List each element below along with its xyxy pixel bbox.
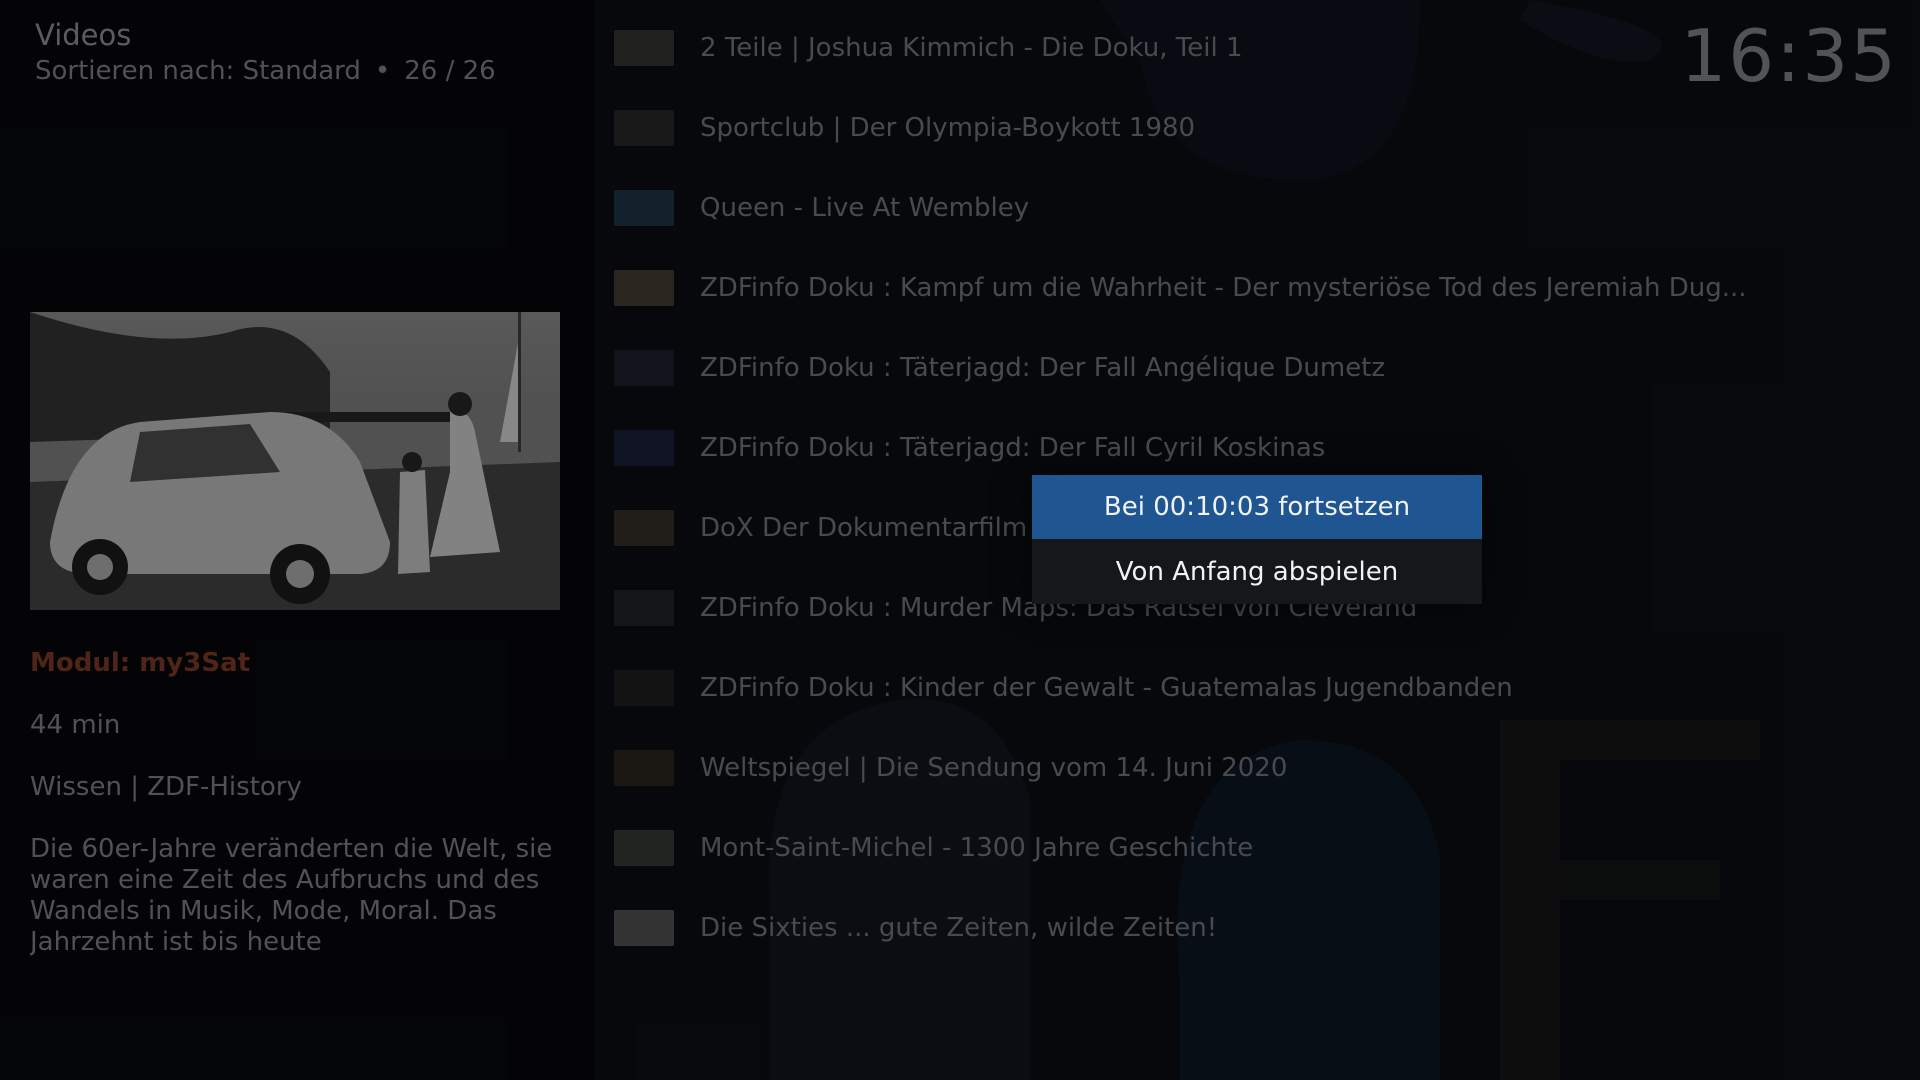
plot-description: Die 60er-Jahre veränderten die Welt, sie… xyxy=(30,834,553,957)
list-item[interactable]: ZDFinfo Doku : Kampf um die Wahrheit - D… xyxy=(614,248,1904,328)
list-item[interactable]: ZDFinfo Doku : Täterjagd: Der Fall Angél… xyxy=(614,328,1904,408)
thumbnail-image xyxy=(614,590,674,626)
list-item[interactable]: Mont-Saint-Michel - 1300 Jahre Geschicht… xyxy=(614,808,1904,888)
duration: 44 min xyxy=(30,710,121,740)
sort-status: Sortieren nach: Standard • 26 / 26 xyxy=(35,56,496,86)
list-item[interactable]: Queen - Live At Wembley xyxy=(614,168,1904,248)
thumbnail-image xyxy=(614,350,674,386)
list-item[interactable]: 2 Teile | Joshua Kimmich - Die Doku, Tei… xyxy=(614,8,1904,88)
thumbnail-image xyxy=(614,190,674,226)
thumbnail-image xyxy=(614,30,674,66)
list-item-label: ZDFinfo Doku : Kampf um die Wahrheit - D… xyxy=(700,273,1747,303)
list-item-label: ZDFinfo Doku : Kinder der Gewalt - Guate… xyxy=(700,673,1513,703)
list-item-label: Queen - Live At Wembley xyxy=(700,193,1030,223)
list-item[interactable]: Die Sixties ... gute Zeiten, wilde Zeite… xyxy=(614,888,1904,968)
resume-dialog: Bei 00:10:03 fortsetzen Von Anfang abspi… xyxy=(1032,475,1482,604)
thumbnail-image xyxy=(614,510,674,546)
genre: Wissen | ZDF-History xyxy=(30,772,302,802)
thumbnail-image xyxy=(614,670,674,706)
thumbnail-image xyxy=(614,910,674,946)
resume-button[interactable]: Bei 00:10:03 fortsetzen xyxy=(1032,475,1482,539)
list-item-label: Weltspiegel | Die Sendung vom 14. Juni 2… xyxy=(700,753,1288,783)
thumbnail-image xyxy=(614,830,674,866)
thumbnail-image xyxy=(614,110,674,146)
separator-dot: • xyxy=(374,56,391,86)
window-title: Videos xyxy=(35,18,132,52)
thumbnail-image xyxy=(614,750,674,786)
list-item-label: Die Sixties ... gute Zeiten, wilde Zeite… xyxy=(700,913,1218,943)
list-item-label: ZDFinfo Doku : Täterjagd: Der Fall Angél… xyxy=(700,353,1386,383)
list-item-label: Sportclub | Der Olympia-Boykott 1980 xyxy=(700,113,1196,143)
list-item[interactable]: Weltspiegel | Die Sendung vom 14. Juni 2… xyxy=(614,728,1904,808)
item-counter: 26 / 26 xyxy=(404,56,496,86)
poster-image xyxy=(30,312,560,610)
play-from-start-button[interactable]: Von Anfang abspielen xyxy=(1032,539,1482,604)
thumbnail-image xyxy=(614,270,674,306)
list-item[interactable]: Sportclub | Der Olympia-Boykott 1980 xyxy=(614,88,1904,168)
addon-module: Modul: my3Sat xyxy=(30,648,251,678)
list-item-label: 2 Teile | Joshua Kimmich - Die Doku, Tei… xyxy=(700,33,1243,63)
list-item-label: Mont-Saint-Michel - 1300 Jahre Geschicht… xyxy=(700,833,1254,863)
list-item-label: ZDFinfo Doku : Täterjagd: Der Fall Cyril… xyxy=(700,433,1326,463)
thumbnail-image xyxy=(614,430,674,466)
list-item[interactable]: ZDFinfo Doku : Kinder der Gewalt - Guate… xyxy=(614,648,1904,728)
list-item-label: DoX Der Dokumentarfilm xyxy=(700,513,1028,543)
sort-label[interactable]: Sortieren nach: Standard xyxy=(35,56,361,86)
